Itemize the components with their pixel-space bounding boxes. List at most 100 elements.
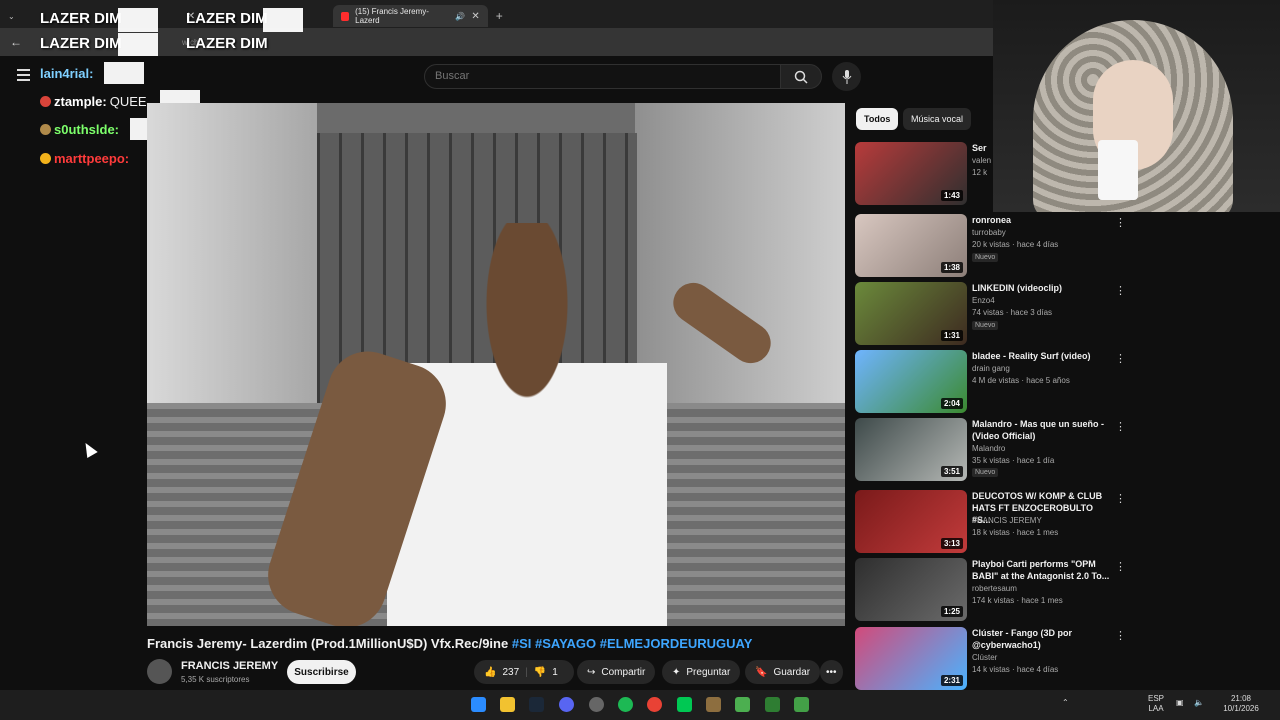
dislike-icon[interactable]: 👎 xyxy=(534,667,546,678)
kebab-menu-icon[interactable]: ⋮ xyxy=(1115,216,1126,229)
sparkle-icon: ✦ xyxy=(672,666,681,678)
audio-icon[interactable]: 🔊 xyxy=(455,12,465,21)
channel-name[interactable]: FRANCIS JEREMY xyxy=(181,660,278,672)
recommendation-thumbnail[interactable]: 3:13 xyxy=(855,490,967,553)
recommendation-title[interactable]: ronronea xyxy=(972,214,1112,226)
recommendation-thumbnail[interactable]: 1:38 xyxy=(855,214,967,277)
recommendation-item[interactable]: 2:04 bladee - Reality Surf (video) drain g… xyxy=(855,350,1275,416)
minecraft-icon[interactable] xyxy=(735,697,750,712)
search-box[interactable] xyxy=(424,64,781,89)
recommendation-thumbnail[interactable]: 1:25 xyxy=(855,558,967,621)
recommendation-item[interactable]: 2:31 Clúster - Fango (3D por @cyberwacho1… xyxy=(855,627,1275,693)
recommendation-item[interactable]: 3:51 Malandro - Mas que un sueño - (Video… xyxy=(855,418,1275,484)
video-duration: 2:04 xyxy=(940,398,963,409)
steam-icon[interactable] xyxy=(529,697,544,712)
language-code: ESP xyxy=(1148,694,1165,703)
recommendation-thumbnail[interactable]: 1:31 xyxy=(855,282,967,345)
dislike-count[interactable]: 1 xyxy=(552,667,558,678)
subscribe-button[interactable]: Suscribirse xyxy=(287,660,356,684)
recommendation-thumbnail[interactable]: 2:31 xyxy=(855,627,967,690)
chip-all[interactable]: Todos xyxy=(856,108,899,130)
kebab-menu-icon[interactable]: ⋮ xyxy=(1115,420,1126,433)
kebab-menu-icon[interactable]: ⋮ xyxy=(1115,352,1126,365)
app-icon[interactable] xyxy=(765,697,780,712)
kebab-menu-icon[interactable]: ⋮ xyxy=(1115,284,1126,297)
recommendation-item[interactable]: 3:13 DEUCOTOS W/ KOMP & CLUB HATS FT ENZO… xyxy=(855,490,1275,556)
recommendation-channel[interactable]: robertesaum xyxy=(972,584,1017,593)
tab-youtube[interactable]: (15) Francis Jeremy- Lazerd 🔊 ✕ xyxy=(332,5,488,27)
clock[interactable]: 21:08 10/1/2026 xyxy=(1214,694,1268,714)
recommendation-channel[interactable]: turrobaby xyxy=(972,228,1006,237)
recommendation-item[interactable]: 1:25 Playboi Carti performs "OPM BABI" at… xyxy=(855,558,1275,624)
back-arrow-icon[interactable]: ← xyxy=(10,35,22,49)
app-icon[interactable] xyxy=(677,697,692,712)
kebab-menu-icon[interactable]: ⋮ xyxy=(1115,629,1126,642)
recommendation-item[interactable]: 1:31 LINKEDIN (videoclip) Enzo4 74 vistas ·… xyxy=(855,282,1275,348)
file-explorer-icon[interactable] xyxy=(500,697,515,712)
tab-list-button[interactable]: ⌄ xyxy=(0,5,23,27)
tab-youtube-label: (15) Francis Jeremy- Lazerd xyxy=(355,7,429,25)
recommendation-channel[interactable]: FRANCIS JEREMY xyxy=(972,516,1042,525)
voice-search-button[interactable] xyxy=(832,62,861,91)
kebab-menu-icon[interactable]: ⋮ xyxy=(1115,492,1126,505)
save-label: Guardar xyxy=(773,666,811,678)
more-actions-button[interactable]: ••• xyxy=(820,660,843,684)
hamburger-menu-icon[interactable] xyxy=(17,69,30,81)
windows-start-icon[interactable] xyxy=(471,697,486,712)
redaction-box xyxy=(118,8,158,32)
video-duration: 1:25 xyxy=(940,606,963,617)
search-input[interactable] xyxy=(435,70,735,82)
ask-button[interactable]: ✦ Preguntar xyxy=(662,660,741,684)
app-icon[interactable] xyxy=(589,697,604,712)
mouse-cursor-icon xyxy=(80,439,98,459)
chevron-up-icon[interactable]: ⌃ xyxy=(1062,698,1069,708)
microphone-icon xyxy=(842,69,851,84)
recommendation-title[interactable]: Clúster - Fango (3D por @cyberwacho1) xyxy=(972,627,1112,651)
chip-vocal-music[interactable]: Música vocal xyxy=(903,108,972,130)
share-button[interactable]: ↪ Compartir xyxy=(577,660,656,684)
chrome-icon[interactable] xyxy=(647,697,662,712)
app-icon[interactable] xyxy=(794,697,809,712)
recommendation-channel[interactable]: Enzo4 xyxy=(972,296,995,305)
recommendation-channel[interactable]: drain gang xyxy=(972,364,1010,373)
discord-icon[interactable] xyxy=(559,697,574,712)
new-badge: Nuevo xyxy=(972,321,999,330)
save-button[interactable]: 🔖 Guardar xyxy=(745,660,821,684)
search-icon xyxy=(794,70,808,84)
recommendation-thumbnail[interactable]: 1:43 xyxy=(855,142,967,205)
chat-username: lain4rial: xyxy=(40,66,94,81)
network-icon[interactable]: ▣ xyxy=(1176,698,1184,708)
recommendation-item[interactable]: 1:38 ronronea turrobaby 20 k vistas · hace … xyxy=(855,214,1275,280)
video-player[interactable] xyxy=(147,103,845,626)
search-button[interactable] xyxy=(780,64,822,89)
video-frame-wall xyxy=(147,103,317,403)
spotify-icon[interactable] xyxy=(618,697,633,712)
webcam-overlay xyxy=(993,0,1280,212)
volume-icon[interactable]: 🔈 xyxy=(1194,698,1204,708)
keyboard-layout: LAA xyxy=(1148,704,1164,713)
kebab-menu-icon[interactable]: ⋮ xyxy=(1115,560,1126,573)
recommendation-channel[interactable]: Clúster xyxy=(972,653,997,662)
channel-avatar[interactable] xyxy=(147,659,172,684)
recommendation-channel[interactable]: Malandro xyxy=(972,444,1005,453)
like-dislike-group: 👍 237 | 👎 1 xyxy=(474,660,574,684)
recommendation-thumbnail[interactable]: 3:51 xyxy=(855,418,967,481)
recommendation-views: 14 k vistas · hace 4 días xyxy=(972,665,1059,674)
chat-message: marttpeepo: xyxy=(40,151,132,166)
close-icon[interactable]: ✕ xyxy=(471,11,479,22)
recommendation-views: 20 k vistas · hace 4 días xyxy=(972,240,1059,249)
language-indicator[interactable]: ESP LAA xyxy=(1148,694,1164,714)
recommendation-title[interactable]: Malandro - Mas que un sueño - (Video Off… xyxy=(972,418,1112,442)
video-duration: 1:43 xyxy=(940,190,963,201)
recommendation-title[interactable]: Playboi Carti performs "OPM BABI" at the… xyxy=(972,558,1112,582)
recommendation-thumbnail[interactable]: 2:04 xyxy=(855,350,967,413)
bookmark-icon: 🔖 xyxy=(755,666,768,678)
new-tab-button[interactable]: + xyxy=(488,5,511,27)
recommendation-title[interactable]: LINKEDIN (videoclip) xyxy=(972,282,1112,294)
like-icon[interactable]: 👍 xyxy=(484,667,496,678)
recommendation-title[interactable]: bladee - Reality Surf (video) xyxy=(972,350,1112,362)
recommendation-channel[interactable]: valen xyxy=(972,156,991,165)
video-hashtags[interactable]: #SI #SAYAGO #ELMEJORDEURUGUAY xyxy=(512,636,753,651)
app-icon[interactable] xyxy=(706,697,721,712)
like-count[interactable]: 237 xyxy=(502,667,519,678)
